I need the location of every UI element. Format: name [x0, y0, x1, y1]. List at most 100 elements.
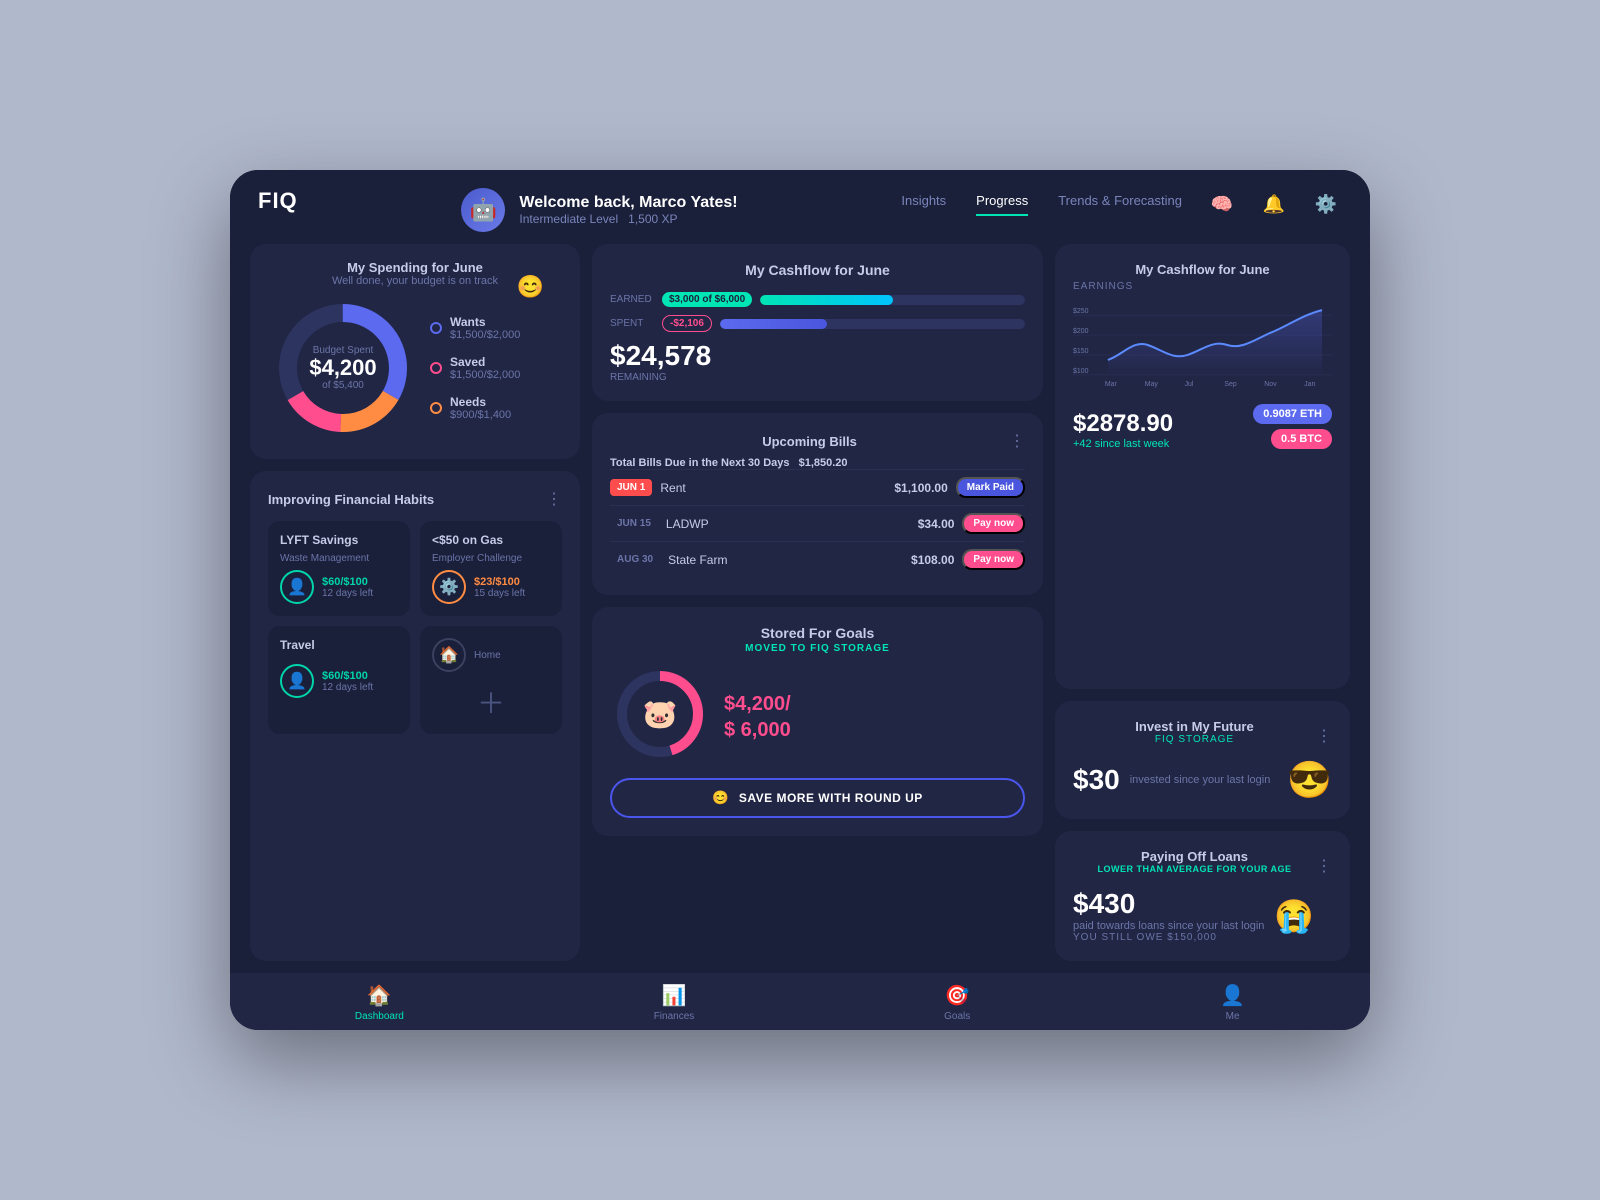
habit-home-icon: 🏠 — [432, 638, 466, 672]
earnings-amount-wrap: $2878.90 +42 since last week — [1073, 404, 1173, 450]
earnings-change: +42 since last week — [1073, 438, 1173, 450]
habit-lyft-days: 12 days left — [322, 588, 373, 599]
legend-needs: Needs $900/$1,400 — [430, 395, 562, 421]
habits-grid: LYFT Savings Waste Management 👤 $60/$100… — [268, 521, 562, 734]
goals-sub: MOVED TO FIQ STORAGE — [610, 643, 1025, 654]
bill-amount-2: $108.00 — [911, 553, 954, 567]
bill-date-1: JUN 15 — [610, 515, 658, 532]
bell-icon[interactable]: 🔔 — [1258, 188, 1290, 220]
svg-text:May: May — [1145, 381, 1159, 388]
loans-amount: $430 — [1073, 888, 1264, 920]
cashflow-remaining: $24,578 — [610, 340, 711, 372]
habits-header: Improving Financial Habits ⋮ — [268, 489, 562, 509]
loans-menu[interactable]: ⋮ — [1316, 856, 1332, 876]
svg-text:$100: $100 — [1073, 368, 1089, 375]
habit-travel-bottom: 👤 $60/$100 12 days left — [280, 664, 398, 698]
save-btn-emoji: 😊 — [712, 790, 729, 806]
bills-title-wrap: Upcoming Bills — [610, 434, 1009, 449]
saved-dot — [430, 362, 442, 374]
bill-row-2: AUG 30 State Farm $108.00 Pay now — [610, 541, 1025, 577]
tab-trends[interactable]: Trends & Forecasting — [1058, 193, 1182, 216]
wants-info: Wants $1,500/$2,000 — [450, 315, 520, 341]
habit-lyft-name: LYFT Savings — [280, 533, 398, 547]
right-column: My Cashflow for June EARNINGS — [1055, 244, 1350, 961]
earnings-bottom: $2878.90 +42 since last week 0.9087 ETH … — [1073, 404, 1332, 450]
earned-label: EARNED — [610, 294, 654, 305]
nav-goals[interactable]: 🎯 Goals — [944, 983, 970, 1022]
finances-icon: 📊 — [662, 983, 687, 1008]
save-round-up-button[interactable]: 😊 SAVE MORE WITH ROUND UP — [610, 778, 1025, 818]
goals-donut: 🐷 — [610, 664, 710, 764]
habit-gas-days: 15 days left — [474, 588, 525, 599]
habit-travel-icon: 👤 — [280, 664, 314, 698]
goals-icon: 🎯 — [945, 983, 970, 1008]
earned-tag: $3,000 of $6,000 — [662, 292, 752, 307]
saved-name: Saved — [450, 355, 520, 369]
habit-travel-name: Travel — [280, 638, 398, 652]
cashflow-card: My Cashflow for June EARNED $3,000 of $6… — [592, 244, 1043, 401]
habit-lyft-progress: $60/$100 — [322, 576, 373, 588]
left-column: My Spending for June Well done, your bud… — [250, 244, 580, 961]
bill-amount-1: $34.00 — [918, 517, 955, 531]
donut-center: Budget Spent $4,200 of $5,400 — [309, 345, 376, 391]
loans-title-wrap: Paying Off Loans LOWER THAN AVERAGE FOR … — [1073, 849, 1316, 882]
bills-total-row: Total Bills Due in the Next 30 Days $1,8… — [610, 457, 1025, 469]
cashflow-remaining-label: REMAINING — [610, 372, 711, 383]
habit-home-label: Home — [474, 650, 501, 661]
app-logo: FIQ — [258, 188, 298, 214]
bill-btn-1[interactable]: Pay now — [962, 513, 1025, 534]
needs-name: Needs — [450, 395, 511, 409]
spent-bar-wrap — [720, 319, 1025, 329]
spent-tag: -$2,106 — [662, 315, 712, 332]
needs-value: $900/$1,400 — [450, 409, 511, 421]
bills-card: Upcoming Bills ⋮ Total Bills Due in the … — [592, 413, 1043, 595]
me-icon: 👤 — [1220, 983, 1245, 1008]
bill-btn-2[interactable]: Pay now — [962, 549, 1025, 570]
finances-label: Finances — [654, 1011, 695, 1022]
add-btn-wrap[interactable]: ＋ — [432, 682, 550, 722]
bill-name-2: State Farm — [668, 553, 903, 567]
me-label: Me — [1226, 1011, 1240, 1022]
nav-dashboard[interactable]: 🏠 Dashboard — [355, 983, 404, 1022]
habit-gas-name: <$50 on Gas — [432, 533, 550, 547]
brain-icon[interactable]: 🧠 — [1206, 188, 1238, 220]
bill-row-0: JUN 1 Rent $1,100.00 Mark Paid — [610, 469, 1025, 505]
header: FIQ 🤖 Welcome back, Marco Yates! Interme… — [230, 170, 1370, 232]
invest-menu[interactable]: ⋮ — [1316, 726, 1332, 746]
donut-amount: $4,200 — [309, 356, 376, 380]
habit-travel-days: 12 days left — [322, 682, 373, 693]
loans-desc: paid towards loans since your last login — [1073, 920, 1264, 932]
nav-me[interactable]: 👤 Me — [1220, 983, 1245, 1022]
donut-of: of $5,400 — [309, 380, 376, 391]
bills-total-amount: $1,850.20 — [799, 457, 848, 469]
svg-text:Jan: Jan — [1304, 381, 1315, 388]
svg-text:$250: $250 — [1073, 308, 1089, 315]
tab-insights[interactable]: Insights — [901, 193, 946, 216]
habit-lyft-icon: 👤 — [280, 570, 314, 604]
header-right: Insights Progress Trends & Forecasting 🧠… — [901, 188, 1342, 220]
cashflow-bottom: $24,578 REMAINING — [610, 340, 1025, 383]
main-content: My Spending for June Well done, your bud… — [230, 232, 1370, 973]
habit-gas-bottom: ⚙️ $23/$100 15 days left — [432, 570, 550, 604]
add-icon[interactable]: ＋ — [477, 682, 505, 722]
loans-emoji: 😭 — [1274, 897, 1314, 935]
nav-finances[interactable]: 📊 Finances — [654, 983, 695, 1022]
bills-menu[interactable]: ⋮ — [1009, 431, 1025, 451]
invest-title: Invest in My Future — [1073, 719, 1316, 734]
bills-title: Upcoming Bills — [610, 434, 1009, 449]
loans-owe: YOU STILL OWE $150,000 — [1073, 932, 1264, 943]
needs-info: Needs $900/$1,400 — [450, 395, 511, 421]
svg-text:$150: $150 — [1073, 348, 1089, 355]
svg-text:Nov: Nov — [1264, 381, 1277, 388]
tab-progress[interactable]: Progress — [976, 193, 1028, 216]
save-btn-text: SAVE MORE WITH ROUND UP — [739, 791, 923, 805]
earnings-amount: $2878.90 — [1073, 410, 1173, 438]
bill-btn-0[interactable]: Mark Paid — [956, 477, 1025, 498]
loans-text-wrap: $430 paid towards loans since your last … — [1073, 888, 1264, 943]
settings-icon[interactable]: ⚙️ — [1310, 188, 1342, 220]
eth-badge: 0.9087 ETH — [1253, 404, 1332, 424]
spending-legend: Wants $1,500/$2,000 Saved $1,500/$2,000 — [430, 315, 562, 421]
habits-menu[interactable]: ⋮ — [546, 489, 562, 509]
habit-lyft-sub: Waste Management — [280, 553, 398, 564]
svg-text:$200: $200 — [1073, 328, 1089, 335]
